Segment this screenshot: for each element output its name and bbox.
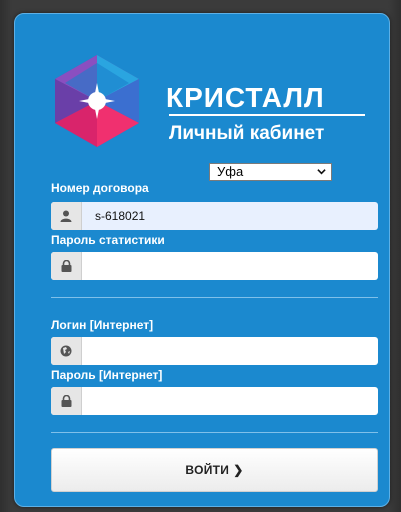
lock-icon <box>51 252 82 280</box>
lock-icon <box>51 387 82 415</box>
section-divider-bottom <box>51 432 378 433</box>
login-button-label: ВОЙТИ <box>185 463 230 477</box>
stat-password-field[interactable] <box>51 252 378 280</box>
internet-password-field[interactable] <box>51 387 378 415</box>
brand-underline <box>169 114 365 116</box>
contract-value: s-618021 <box>95 209 146 223</box>
globe-icon <box>51 337 82 365</box>
city-select[interactable]: Уфа <box>209 163 332 181</box>
chevron-down-icon <box>317 169 326 175</box>
brand-title: КРИСТАЛЛ <box>166 82 325 113</box>
user-icon <box>51 202 82 230</box>
city-select-value: Уфа <box>217 164 244 179</box>
crystal-logo-icon <box>55 55 139 147</box>
internet-login-label: Логин [Интернет] <box>51 318 154 332</box>
section-divider <box>51 297 378 298</box>
contract-label: Номер договора <box>51 181 149 195</box>
login-panel: КРИСТАЛЛ Личный кабинет Уфа Номер догово… <box>14 13 390 507</box>
login-button[interactable]: ВОЙТИ ❯ <box>51 448 378 492</box>
contract-field[interactable]: s-618021 <box>51 202 378 230</box>
chevron-right-icon: ❯ <box>233 463 244 477</box>
internet-login-field[interactable] <box>51 337 378 365</box>
stat-password-label: Пароль статистики <box>51 233 165 247</box>
brand-subtitle: Личный кабинет <box>169 123 325 144</box>
internet-password-label: Пароль [Интернет] <box>51 368 163 382</box>
